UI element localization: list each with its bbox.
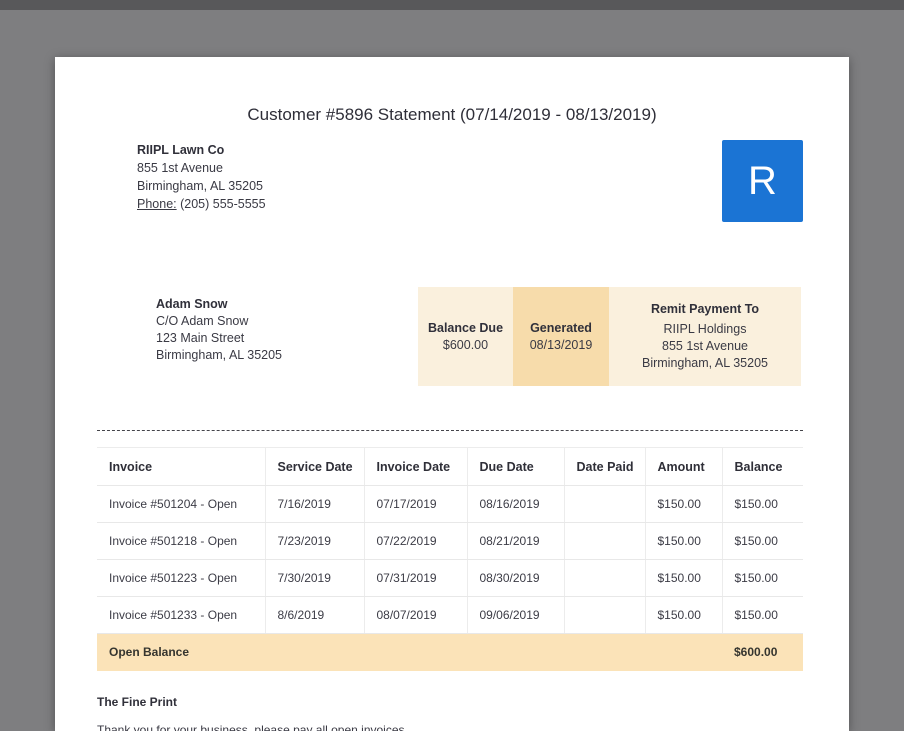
cell-date-paid <box>564 596 646 634</box>
open-balance-value: $600.00 <box>722 633 803 671</box>
cell-date-paid <box>564 522 646 560</box>
remit-line1: RIIPL Holdings <box>663 322 747 336</box>
customer-line1: C/O Adam Snow <box>156 314 249 328</box>
header-invoice: Invoice <box>97 447 266 486</box>
header-balance: Balance <box>722 447 803 486</box>
company-phone: Phone: (205) 555-5555 <box>137 195 266 213</box>
company-address-line1: 855 1st Avenue <box>137 161 223 175</box>
cell-amount: $150.00 <box>645 596 723 634</box>
generated-label: Generated <box>530 321 592 335</box>
cell-amount: $150.00 <box>645 522 723 560</box>
remit-line3: Birmingham, AL 35205 <box>641 356 768 370</box>
header-amount: Amount <box>645 447 723 486</box>
cell-due-date: 08/21/2019 <box>467 522 565 560</box>
cell-balance: $150.00 <box>722 596 803 634</box>
generated-value: 08/13/2019 <box>529 338 593 352</box>
header-invoice-date: Invoice Date <box>364 447 468 486</box>
phone-value: (205) 555-5555 <box>180 197 266 211</box>
cell-date-paid <box>564 485 646 523</box>
open-balance-row: Open Balance $600.00 <box>97 633 803 671</box>
cell-balance: $150.00 <box>722 522 803 560</box>
balance-due-value: $600.00 <box>442 338 489 352</box>
dashed-divider <box>97 430 803 431</box>
cell-invoice-date: 07/17/2019 <box>364 485 468 523</box>
table-row: Invoice #501218 - Open 7/23/2019 07/22/2… <box>97 522 803 560</box>
cell-balance: $150.00 <box>722 485 803 523</box>
customer-line3: Birmingham, AL 35205 <box>156 348 283 362</box>
cell-due-date: 08/30/2019 <box>467 559 565 597</box>
remit-box: Remit Payment To RIIPL Holdings 855 1st … <box>609 287 801 386</box>
cell-service-date: 7/16/2019 <box>265 485 365 523</box>
cell-balance: $150.00 <box>722 559 803 597</box>
summary-boxes: Balance Due $600.00 Generated 08/13/2019… <box>418 287 801 386</box>
table-row: Invoice #501204 - Open 7/16/2019 07/17/2… <box>97 485 803 523</box>
fine-print-text: Thank you for your business, please pay … <box>97 723 405 731</box>
customer-line2: 123 Main Street <box>156 331 245 345</box>
cell-due-date: 09/06/2019 <box>467 596 565 634</box>
cell-service-date: 8/6/2019 <box>265 596 365 634</box>
balance-due-label: Balance Due <box>427 321 504 335</box>
cell-invoice-date: 07/22/2019 <box>364 522 468 560</box>
balance-due-box: Balance Due $600.00 <box>418 287 513 386</box>
remit-label: Remit Payment To <box>650 302 760 316</box>
cell-amount: $150.00 <box>645 559 723 597</box>
cell-invoice: Invoice #501233 - Open <box>97 596 266 634</box>
header-date-paid: Date Paid <box>564 447 646 486</box>
open-balance-label: Open Balance <box>97 633 722 671</box>
table-header-row: Invoice Service Date Invoice Date Due Da… <box>97 447 803 486</box>
company-info: RIIPL Lawn Co 855 1st Avenue Birmingham,… <box>137 141 266 213</box>
generated-box: Generated 08/13/2019 <box>513 287 609 386</box>
statement-page: Customer #5896 Statement (07/14/2019 - 0… <box>55 57 849 731</box>
cell-due-date: 08/16/2019 <box>467 485 565 523</box>
table-row: Invoice #501223 - Open 7/30/2019 07/31/2… <box>97 559 803 597</box>
phone-label: Phone: <box>137 197 177 211</box>
customer-info: Adam Snow C/O Adam Snow 123 Main Street … <box>156 296 282 364</box>
company-address-line2: Birmingham, AL 35205 <box>137 179 264 193</box>
cell-service-date: 7/23/2019 <box>265 522 365 560</box>
cell-service-date: 7/30/2019 <box>265 559 365 597</box>
header-due-date: Due Date <box>467 447 565 486</box>
window-top-strip <box>0 0 904 10</box>
table-row: Invoice #501233 - Open 8/6/2019 08/07/20… <box>97 596 803 634</box>
fine-print-title: The Fine Print <box>97 695 178 709</box>
cell-invoice: Invoice #501204 - Open <box>97 485 266 523</box>
logo-letter: R <box>748 158 777 203</box>
company-name: RIIPL Lawn Co <box>137 143 225 157</box>
cell-invoice-date: 08/07/2019 <box>364 596 468 634</box>
invoice-table: Invoice Service Date Invoice Date Due Da… <box>97 447 803 671</box>
cell-invoice-date: 07/31/2019 <box>364 559 468 597</box>
customer-name: Adam Snow <box>156 297 228 311</box>
cell-invoice: Invoice #501218 - Open <box>97 522 266 560</box>
page-title: Customer #5896 Statement (07/14/2019 - 0… <box>247 105 657 124</box>
cell-date-paid <box>564 559 646 597</box>
company-logo: R <box>722 140 803 222</box>
header-service-date: Service Date <box>265 447 365 486</box>
cell-amount: $150.00 <box>645 485 723 523</box>
remit-line2: 855 1st Avenue <box>662 339 748 353</box>
cell-invoice: Invoice #501223 - Open <box>97 559 266 597</box>
